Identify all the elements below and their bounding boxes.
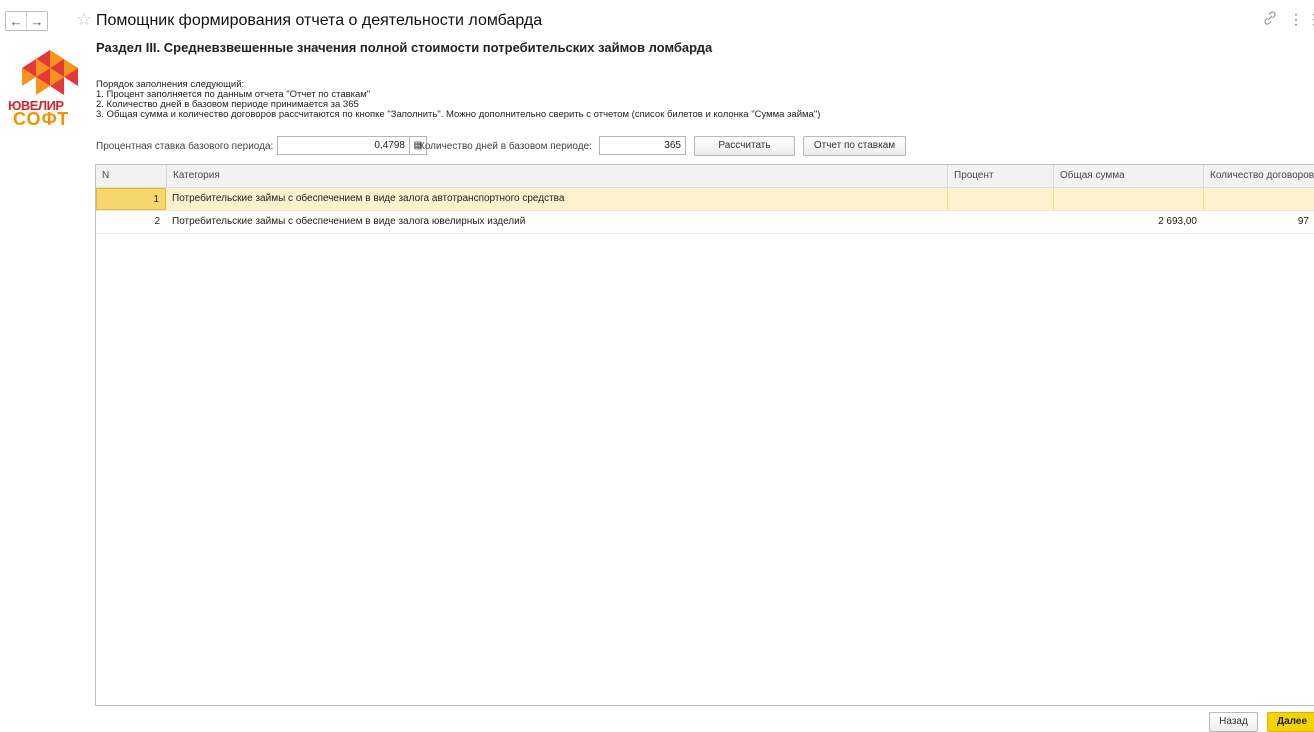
- cell-n[interactable]: 1: [96, 188, 166, 210]
- window-title: Помощник формирования отчета о деятельно…: [96, 12, 543, 29]
- column-header-count[interactable]: Количество договоров: [1203, 165, 1314, 187]
- cell-category[interactable]: Потребительские займы с обеспечением в в…: [166, 211, 947, 233]
- table-header: N Категория Процент Общая сумма Количест…: [96, 165, 1314, 188]
- nav-buttons: ← →: [5, 11, 48, 31]
- cell-count[interactable]: [1203, 188, 1314, 210]
- cell-percent[interactable]: [947, 188, 1053, 210]
- cell-total[interactable]: 2 693,00: [1053, 211, 1203, 233]
- cell-percent[interactable]: [947, 211, 1053, 233]
- column-header-n[interactable]: N: [96, 165, 166, 187]
- next-button[interactable]: Далее: [1267, 712, 1314, 732]
- categories-table[interactable]: N Категория Процент Общая сумма Количест…: [95, 164, 1314, 706]
- instructions: Порядок заполнения следующий: 1. Процент…: [96, 80, 820, 120]
- rates-report-button[interactable]: Отчет по ставкам: [803, 136, 906, 156]
- table-row[interactable]: 2 Потребительские займы с обеспечением в…: [96, 211, 1314, 234]
- logo-text-line2: СОФТ: [13, 109, 70, 129]
- calculate-button[interactable]: Рассчитать: [694, 136, 795, 156]
- link-icon[interactable]: [1263, 11, 1277, 29]
- table-row[interactable]: 1 Потребительские займы с обеспечением в…: [96, 188, 1314, 211]
- section-title: Раздел III. Средневзвешенные значения по…: [96, 40, 713, 55]
- instruction-line: 3. Общая сумма и количество договоров ра…: [96, 109, 821, 120]
- cell-n[interactable]: 2: [96, 211, 166, 233]
- column-header-percent[interactable]: Процент: [947, 165, 1053, 187]
- back-button[interactable]: Назад: [1209, 712, 1258, 732]
- more-menu-icon[interactable]: ⋮: [1289, 11, 1303, 28]
- days-label: Количество дней в базовом периоде:: [419, 141, 592, 152]
- favorite-star-icon[interactable]: ☆: [76, 9, 92, 30]
- cell-category[interactable]: Потребительские займы с обеспечением в в…: [166, 188, 947, 210]
- rate-label: Процентная ставка базового периода:: [96, 141, 274, 152]
- forward-arrow-icon[interactable]: →: [26, 12, 47, 30]
- column-header-category[interactable]: Категория: [166, 165, 947, 187]
- more-menu-icon[interactable]: ⋮: [1307, 11, 1314, 28]
- cell-count[interactable]: 97: [1203, 211, 1314, 233]
- days-input[interactable]: 365: [599, 136, 686, 155]
- column-header-total[interactable]: Общая сумма: [1053, 165, 1203, 187]
- title-bar: ← → ☆ Помощник формирования отчета о дея…: [0, 0, 1314, 40]
- company-logo: ЮВЕЛИР СОФТ: [8, 46, 85, 136]
- rate-input[interactable]: 0,4798: [277, 136, 410, 155]
- back-arrow-icon[interactable]: ←: [6, 12, 26, 30]
- cell-total[interactable]: [1053, 188, 1203, 210]
